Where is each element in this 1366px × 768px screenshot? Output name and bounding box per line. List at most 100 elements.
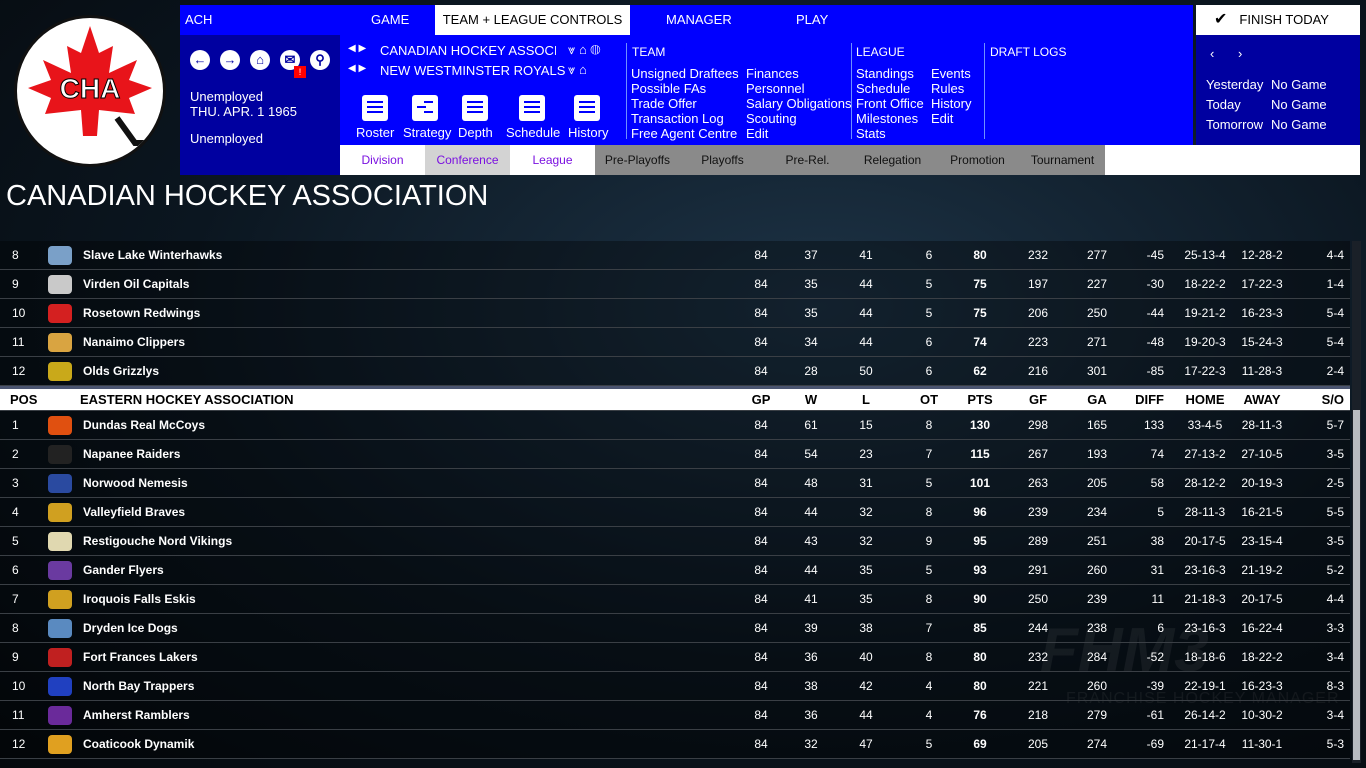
team-menu-item[interactable]: Trade Offer	[631, 96, 739, 111]
table-row[interactable]: 11 Nanaimo Clippers 84 34 44 6 74 223 271 -48 19-2…	[0, 328, 1350, 357]
schedule-icon[interactable]	[519, 95, 545, 121]
tab-team-league-controls[interactable]: TEAM + LEAGUE CONTROLS	[435, 5, 630, 35]
league-selector[interactable]: CANADIAN HOCKEY ASSOCIATI	[380, 43, 556, 58]
col-pts[interactable]: PTS	[955, 389, 1005, 411]
history-icon[interactable]	[574, 95, 600, 121]
view-tab-relegation[interactable]: Relegation	[850, 145, 935, 175]
table-row[interactable]: 2 Napanee Raiders 84 54 23 7 115 267 193 74 27-13-…	[0, 440, 1350, 469]
table-row[interactable]: 6 Gander Flyers 84 44 35 5 93 291 260 31 23-16-3 21…	[0, 556, 1350, 585]
team-name[interactable]: Norwood Nemesis	[83, 469, 188, 498]
team-name[interactable]: Amherst Ramblers	[83, 701, 190, 730]
view-tab-pre-rel-[interactable]: Pre-Rel.	[765, 145, 850, 175]
tab-manager[interactable]: MANAGER	[666, 5, 732, 35]
view-tab-tournament[interactable]: Tournament	[1020, 145, 1105, 175]
back-icon[interactable]: ←	[190, 50, 210, 70]
team-menu-item[interactable]: Free Agent Centre	[631, 126, 739, 141]
view-tab-playoffs[interactable]: Playoffs	[680, 145, 765, 175]
table-row[interactable]: 10 Rosetown Redwings 84 35 44 5 75 206 250 -44 19-…	[0, 299, 1350, 328]
history-link[interactable]: History	[568, 125, 608, 140]
view-tab-promotion[interactable]: Promotion	[935, 145, 1020, 175]
league-arrows-icon[interactable]: ◀ ▶	[348, 43, 366, 54]
roster-icon[interactable]	[362, 95, 388, 121]
team-menu-item[interactable]: Finances	[746, 66, 852, 81]
next-day-icon[interactable]: ›	[1238, 46, 1242, 61]
col-ot[interactable]: OT	[904, 389, 954, 411]
forward-icon[interactable]: →	[220, 50, 240, 70]
team-menu-item[interactable]: Personnel	[746, 81, 852, 96]
home-icon[interactable]: ⌂	[250, 50, 270, 70]
col-l[interactable]: L	[841, 389, 891, 411]
col-home[interactable]: HOME	[1180, 389, 1230, 411]
draft-logs-link[interactable]: DRAFT LOGS	[990, 45, 1066, 59]
league-dropdown-icons[interactable]: ⩔ ⌂ ◍	[568, 42, 601, 58]
team-menu-item[interactable]: Salary Obligations	[746, 96, 852, 111]
table-row[interactable]: 12 Coaticook Dynamik 84 32 47 5 69 205 274 -69 21-…	[0, 730, 1350, 759]
league-menu-item[interactable]: Stats	[856, 126, 924, 141]
league-menu-item[interactable]: Rules	[931, 81, 971, 96]
league-menu-item[interactable]: Front Office	[856, 96, 924, 111]
scrollbar-thumb[interactable]	[1353, 410, 1360, 760]
depth-link[interactable]: Depth	[458, 125, 493, 140]
team-name[interactable]: Valleyfield Braves	[83, 498, 185, 527]
view-tab-league[interactable]: League	[510, 145, 595, 175]
table-row[interactable]: 11 Amherst Ramblers 84 36 44 4 76 218 279 -61 26-1…	[0, 701, 1350, 730]
col-gp[interactable]: GP	[736, 389, 786, 411]
view-tab-pre-playoffs[interactable]: Pre-Playoffs	[595, 145, 680, 175]
team-menu-item[interactable]: Unsigned Draftees	[631, 66, 739, 81]
game-value[interactable]: No Game	[1271, 115, 1327, 135]
table-row[interactable]: 1 Dundas Real McCoys 84 61 15 8 130 298 165 133 33…	[0, 411, 1350, 440]
league-menu-item[interactable]: Edit	[931, 111, 971, 126]
team-name[interactable]: Virden Oil Capitals	[83, 270, 189, 299]
team-name[interactable]: Coaticook Dynamik	[83, 730, 194, 759]
team-arrows-icon[interactable]: ◀ ▶	[348, 63, 366, 74]
team-menu-item[interactable]: Transaction Log	[631, 111, 739, 126]
team-name[interactable]: Dundas Real McCoys	[83, 411, 205, 440]
team-name[interactable]: North Bay Trappers	[83, 672, 194, 701]
team-name[interactable]: Fort Frances Lakers	[83, 643, 198, 672]
table-row[interactable]: 12 Olds Grizzlys 84 28 50 6 62 216 301 -85 17-22-3…	[0, 357, 1350, 386]
league-menu-item[interactable]: Standings	[856, 66, 924, 81]
league-menu-item[interactable]: History	[931, 96, 971, 111]
team-name[interactable]: Rosetown Redwings	[83, 299, 200, 328]
col-so[interactable]: S/O	[1294, 389, 1344, 411]
schedule-link[interactable]: Schedule	[506, 125, 560, 140]
team-name[interactable]: Napanee Raiders	[83, 440, 180, 469]
table-row[interactable]: 9 Virden Oil Capitals 84 35 44 5 75 197 227 -30 18…	[0, 270, 1350, 299]
league-abbr[interactable]: ACH	[185, 5, 212, 35]
team-menu-item[interactable]: Possible FAs	[631, 81, 739, 96]
table-row[interactable]: 8 Dryden Ice Dogs 84 39 38 7 85 244 238 6 23-16-3 1…	[0, 614, 1350, 643]
table-row[interactable]: 7 Iroquois Falls Eskis 84 41 35 8 90 250 239 11 21…	[0, 585, 1350, 614]
team-name[interactable]: Iroquois Falls Eskis	[83, 585, 196, 614]
roster-link[interactable]: Roster	[356, 125, 394, 140]
team-name[interactable]: Nanaimo Clippers	[83, 328, 185, 357]
team-menu-item[interactable]: Scouting	[746, 111, 852, 126]
team-name[interactable]: Restigouche Nord Vikings	[83, 527, 232, 556]
team-name[interactable]: Dryden Ice Dogs	[83, 614, 178, 643]
strategy-link[interactable]: Strategy	[403, 125, 451, 140]
game-value[interactable]: No Game	[1271, 95, 1327, 115]
col-away[interactable]: AWAY	[1237, 389, 1287, 411]
tab-game[interactable]: GAME	[371, 5, 409, 35]
prev-day-icon[interactable]: ‹	[1210, 46, 1214, 61]
view-tab-conference[interactable]: Conference	[425, 145, 510, 175]
league-menu-item[interactable]: Milestones	[856, 111, 924, 126]
table-row[interactable]: 3 Norwood Nemesis 84 48 31 5 101 263 205 58 28-12-…	[0, 469, 1350, 498]
league-menu-item[interactable]: Schedule	[856, 81, 924, 96]
view-tab-division[interactable]: Division	[340, 145, 425, 175]
team-name[interactable]: Olds Grizzlys	[83, 357, 159, 386]
table-row[interactable]: 9 Fort Frances Lakers 84 36 40 8 80 232 284 -52 18…	[0, 643, 1350, 672]
col-w[interactable]: W	[786, 389, 836, 411]
team-name[interactable]: Slave Lake Winterhawks	[83, 241, 222, 270]
col-gf[interactable]: GF	[1013, 389, 1063, 411]
team-dropdown-icons[interactable]: ⩔ ⌂	[568, 62, 587, 78]
search-icon[interactable]: ⚲	[310, 50, 330, 70]
depth-icon[interactable]	[462, 95, 488, 121]
table-row[interactable]: 5 Restigouche Nord Vikings 84 43 32 9 95 289 251…	[0, 527, 1350, 556]
tab-play[interactable]: PLAY	[796, 5, 828, 35]
table-row[interactable]: 10 North Bay Trappers 84 38 42 4 80 221 260 -39 22…	[0, 672, 1350, 701]
team-selector[interactable]: NEW WESTMINSTER ROYALS	[380, 63, 565, 78]
col-pos[interactable]: POS	[10, 389, 37, 411]
table-row[interactable]: 8 Slave Lake Winterhawks 84 37 41 6 80 232 277 -4…	[0, 241, 1350, 270]
col-diff[interactable]: DIFF	[1114, 389, 1164, 411]
table-row[interactable]: 4 Valleyfield Braves 84 44 32 8 96 239 234 5 28-11…	[0, 498, 1350, 527]
